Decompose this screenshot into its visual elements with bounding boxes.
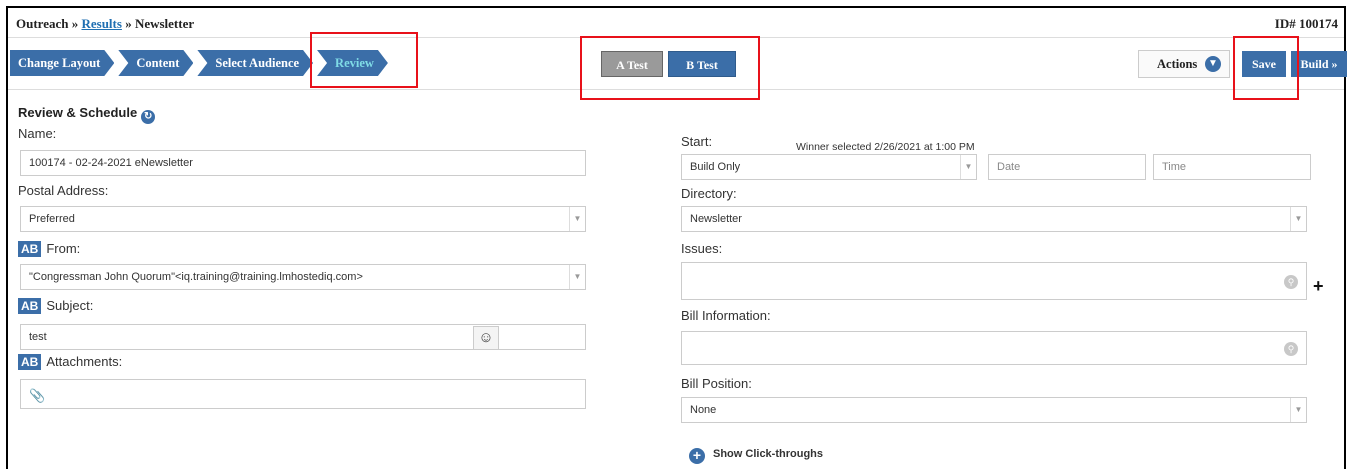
- subject-label: Subject:: [46, 298, 94, 313]
- bill-position-label: Bill Position:: [681, 376, 752, 391]
- subject-label-row: AB Subject:: [18, 298, 93, 314]
- app-frame: Outreach » Results » Newsletter ID# 1001…: [6, 6, 1347, 469]
- select-arrow-icon: ▼: [1290, 207, 1306, 231]
- step-change-layout[interactable]: Change Layout: [10, 50, 114, 76]
- paperclip-icon[interactable]: 📎: [29, 384, 45, 408]
- emoji-smile-icon[interactable]: ☺: [473, 326, 499, 350]
- refresh-icon[interactable]: ↻: [141, 110, 156, 124]
- breadcrumb-current: Newsletter: [134, 16, 195, 31]
- postal-address-select[interactable]: Preferred ▼: [20, 206, 586, 232]
- bill-position-value: None: [690, 404, 717, 416]
- save-button[interactable]: Save: [1242, 51, 1286, 77]
- breadcrumb-separator: »: [71, 16, 79, 31]
- from-label: From:: [46, 241, 81, 256]
- start-label: Start:: [681, 134, 713, 149]
- toolbar: Change Layout Content Select Audience Re…: [8, 38, 1347, 90]
- breadcrumb-root: Outreach: [16, 16, 69, 31]
- search-icon[interactable]: ⚲: [1284, 275, 1298, 289]
- show-click-throughs-link[interactable]: + Show Click-throughs: [689, 448, 823, 464]
- postal-address-value: Preferred: [29, 213, 75, 225]
- start-select[interactable]: Build Only ▼: [681, 154, 977, 180]
- breadcrumb-results-link[interactable]: Results: [81, 16, 121, 31]
- actions-label: Actions: [1157, 57, 1198, 71]
- select-arrow-icon: ▼: [569, 265, 585, 289]
- from-label-row: AB From:: [18, 241, 80, 257]
- directory-select[interactable]: Newsletter ▼: [681, 206, 1307, 232]
- from-select[interactable]: "Congressman John Quorum"<iq.training@tr…: [20, 264, 586, 290]
- postal-address-label: Postal Address:: [18, 183, 109, 198]
- circle-plus-icon: +: [689, 448, 705, 464]
- select-arrow-icon: ▼: [569, 207, 585, 231]
- directory-label: Directory:: [681, 186, 737, 201]
- time-input[interactable]: Time: [1153, 154, 1311, 180]
- breadcrumb-separator: »: [125, 16, 132, 31]
- ab-badge[interactable]: AB: [18, 298, 42, 314]
- record-id: ID# 100174: [1274, 16, 1338, 31]
- step-content[interactable]: Content: [118, 50, 193, 76]
- ab-badge[interactable]: AB: [18, 241, 42, 257]
- select-arrow-icon: ▼: [1290, 398, 1306, 422]
- attachments-field[interactable]: 📎: [20, 379, 586, 409]
- directory-value: Newsletter: [690, 213, 742, 225]
- attachments-label-row: AB Attachments:: [18, 354, 122, 370]
- subject-input[interactable]: test: [20, 324, 586, 350]
- attachments-label: Attachments:: [46, 354, 123, 369]
- show-click-throughs-label: Show Click-throughs: [713, 448, 823, 460]
- date-input[interactable]: Date: [988, 154, 1146, 180]
- add-issue-plus-icon[interactable]: +: [1313, 276, 1324, 297]
- top-bar: Outreach » Results » Newsletter ID# 1001…: [8, 8, 1344, 38]
- bill-information-input[interactable]: ⚲: [681, 331, 1307, 365]
- b-test-button[interactable]: B Test: [668, 51, 736, 77]
- breadcrumb: Outreach » Results » Newsletter: [16, 16, 194, 32]
- section-title: Review & Schedule ↻: [18, 105, 156, 124]
- from-value: "Congressman John Quorum"<iq.training@tr…: [29, 271, 363, 283]
- step-review[interactable]: Review: [317, 50, 388, 76]
- section-title-text: Review & Schedule: [18, 105, 138, 120]
- search-icon[interactable]: ⚲: [1284, 342, 1298, 356]
- bill-information-label: Bill Information:: [681, 308, 771, 323]
- issues-input[interactable]: ⚲: [681, 262, 1307, 300]
- name-input[interactable]: 100174 - 02-24-2021 eNewsletter: [20, 150, 586, 176]
- chevron-down-icon: ▼: [1205, 56, 1221, 72]
- actions-dropdown[interactable]: Actions ▼: [1138, 50, 1230, 78]
- issues-label: Issues:: [681, 241, 723, 256]
- build-button[interactable]: Build »: [1291, 51, 1347, 77]
- winner-text: Winner selected 2/26/2021 at 1:00 PM: [796, 141, 975, 153]
- ab-badge[interactable]: AB: [18, 354, 42, 370]
- a-test-button[interactable]: A Test: [601, 51, 663, 77]
- start-value: Build Only: [690, 161, 741, 173]
- wizard-steps: Change Layout Content Select Audience Re…: [10, 50, 392, 76]
- select-arrow-icon: ▼: [960, 155, 976, 179]
- step-select-audience[interactable]: Select Audience: [197, 50, 313, 76]
- name-label: Name:: [18, 126, 57, 141]
- bill-position-select[interactable]: None ▼: [681, 397, 1307, 423]
